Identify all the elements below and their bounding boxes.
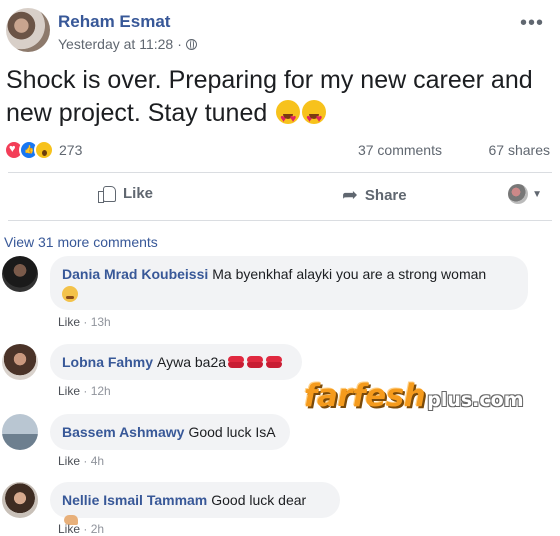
kiss-mark-emoji-icon xyxy=(227,356,245,368)
comment-like-link[interactable]: Like xyxy=(58,384,80,398)
share-arrow-icon: ➦ xyxy=(342,185,358,206)
more-options-icon[interactable]: ••• xyxy=(520,12,544,35)
commenter-name[interactable]: Dania Mrad Koubeissi xyxy=(62,266,208,282)
comment-meta: Like · 4h xyxy=(58,454,104,468)
meta-separator: · xyxy=(83,315,88,329)
commenter-name[interactable]: Nellie Ismail Tammam xyxy=(62,492,207,508)
comment-text: Ma byenkhaf alayki you are a strong woma… xyxy=(212,266,487,282)
caret-down-icon: ▼ xyxy=(532,188,542,200)
comment-time[interactable]: 12h xyxy=(91,384,111,398)
site-watermark: farfesh plus.com xyxy=(304,378,524,414)
post-text: Shock is over. Preparing for my new care… xyxy=(6,64,552,136)
heart-eyes-emoji-icon xyxy=(276,100,301,136)
watermark-domain-text: plus.com xyxy=(427,389,524,411)
divider xyxy=(8,220,552,221)
comment-like-link[interactable]: Like xyxy=(58,522,80,536)
post-stats: 273 37 comments 67 shares xyxy=(4,138,554,162)
author-name[interactable]: Reham Esmat xyxy=(58,12,170,32)
comment-meta: Like · 13h xyxy=(58,315,111,329)
wow-reaction-icon xyxy=(34,140,54,160)
post-actions: Like ➦ Share ▼ xyxy=(4,176,554,214)
comment-text: Good luck dear xyxy=(211,492,307,508)
like-button[interactable]: Like xyxy=(98,184,154,203)
comment-like-link[interactable]: Like xyxy=(58,454,80,468)
view-more-comments-link[interactable]: View 31 more comments xyxy=(4,234,158,250)
post-meta: Yesterday at 11:28 · xyxy=(58,36,197,52)
comment-time[interactable]: 13h xyxy=(91,315,111,329)
commenter-avatar[interactable] xyxy=(2,482,38,518)
divider xyxy=(8,172,552,173)
tired-face-emoji-icon xyxy=(62,286,78,302)
thumbs-up-icon xyxy=(98,184,116,203)
globe-icon[interactable] xyxy=(185,38,197,50)
meta-separator: · xyxy=(177,36,182,52)
meta-separator: · xyxy=(83,522,88,536)
share-button-label: Share xyxy=(364,187,407,204)
meta-separator: · xyxy=(83,454,88,468)
user-avatar xyxy=(508,184,529,204)
post-timestamp[interactable]: Yesterday at 11:28 xyxy=(58,36,173,52)
commenter-avatar[interactable] xyxy=(2,256,38,292)
reactions-summary[interactable]: 273 xyxy=(4,140,82,160)
post-header: Reham Esmat Yesterday at 11:28 · ••• xyxy=(4,6,556,58)
meta-separator: · xyxy=(83,384,88,398)
comment-bubble: Dania Mrad Koubeissi Ma byenkhaf alayki y… xyxy=(50,256,528,310)
like-button-label: Like xyxy=(123,184,154,202)
comment-bubble: Nellie Ismail Tammam Good luck dear xyxy=(50,482,340,525)
comment-like-link[interactable]: Like xyxy=(58,315,80,329)
comment-bubble: Bassem Ashmawy Good luck IsA xyxy=(50,414,290,450)
comment-meta: Like · 2h xyxy=(58,522,104,536)
heart-eyes-emoji-icon xyxy=(302,100,327,136)
author-avatar[interactable] xyxy=(6,8,50,52)
reaction-identity-selector[interactable]: ▼ xyxy=(508,184,542,204)
reactions-count[interactable]: 273 xyxy=(59,142,82,158)
watermark-logo-text: farfesh xyxy=(304,378,426,414)
comment-text: Aywa ba2a xyxy=(157,354,227,370)
comment-meta: Like · 12h xyxy=(58,384,111,398)
comment-time[interactable]: 2h xyxy=(91,522,104,536)
share-button[interactable]: ➦ Share xyxy=(342,184,407,207)
comment-time[interactable]: 4h xyxy=(91,454,104,468)
post-text-content: Shock is over. Preparing for my new care… xyxy=(6,66,533,127)
commenter-avatar[interactable] xyxy=(2,414,38,450)
comment-text: Good luck IsA xyxy=(188,424,276,440)
commenter-name[interactable]: Bassem Ashmawy xyxy=(62,424,184,440)
kiss-mark-emoji-icon xyxy=(265,356,283,368)
shares-count[interactable]: 67 shares xyxy=(489,142,550,158)
comments-count[interactable]: 37 comments xyxy=(358,142,442,158)
comment-bubble: Lobna Fahmy Aywa ba2a xyxy=(50,344,302,380)
kiss-mark-emoji-icon xyxy=(246,356,264,368)
commenter-avatar[interactable] xyxy=(2,344,38,380)
commenter-name[interactable]: Lobna Fahmy xyxy=(62,354,153,370)
